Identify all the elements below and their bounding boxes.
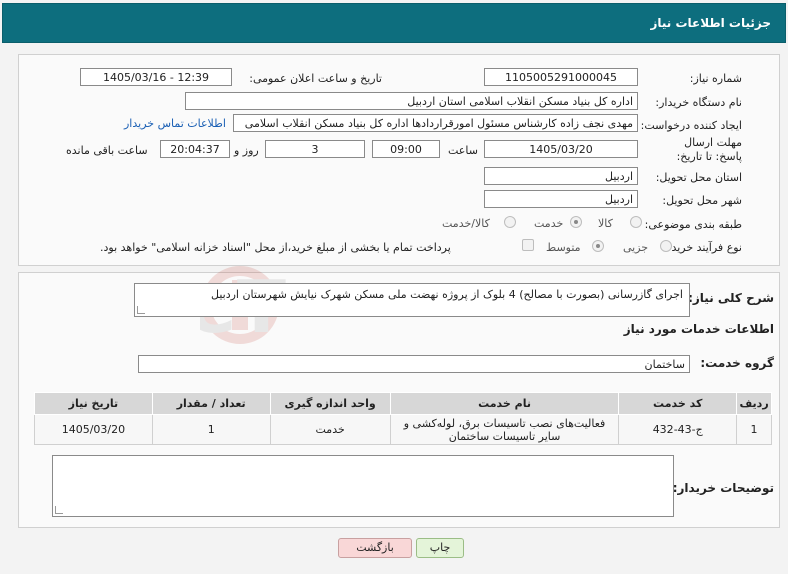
buyer-org-field: اداره کل بنیاد مسکن انقلاب اسلامی استان … [185, 92, 638, 110]
col-code-header: کد خدمت [618, 392, 738, 415]
service-group-label: گروه خدمت: [700, 356, 774, 370]
print-button[interactable]: چاپ [416, 538, 464, 558]
table-header-row: ردیف کد خدمت نام خدمت واحد اندازه گیری ت… [34, 392, 772, 415]
buyer-org-label: نام دستگاه خریدار: [655, 96, 742, 109]
treasury-note: پرداخت تمام یا بخشی از مبلغ خرید،از محل … [100, 241, 451, 254]
table-row: 1 ج-43-432 فعالیت‌های نصب تاسیسات برق، ل… [34, 414, 772, 445]
category-goods-service-label: کالا/خدمت [442, 217, 490, 230]
services-section-title: اطلاعات خدمات مورد نیاز [623, 322, 774, 336]
purchase-type-label: نوع فرآیند خرید : [664, 241, 742, 254]
time-remaining-label: ساعت باقی مانده [66, 144, 148, 157]
deadline-date-field: 1405/03/20 [484, 140, 638, 158]
buyer-notes-field [52, 455, 674, 517]
page-title: جزئیات اطلاعات نیاز [650, 16, 771, 30]
buyer-notes-label: توضیحات خریدار: [672, 481, 774, 495]
time-remaining-field: 20:04:37 [160, 140, 230, 158]
delivery-city-label: شهر محل تحویل: [662, 194, 742, 207]
category-service-label: خدمت [534, 217, 564, 230]
need-number-field: 1105005291000045 [484, 68, 638, 86]
service-group-field: ساختمان [138, 355, 690, 373]
announce-field: 1405/03/16 - 12:39 [80, 68, 232, 86]
service-name-cell: فعالیت‌های نصب تاسیسات برق، لوله‌کشی و س… [389, 414, 620, 445]
buyer-contact-link[interactable]: اطلاعات تماس خریدار [124, 117, 226, 130]
deadline-time-field: 09:00 [372, 140, 440, 158]
resize-grip-icon[interactable] [55, 506, 63, 514]
description-text: اجرای گازرسانی (بصورت با مصالح) 4 بلوک ا… [210, 288, 683, 301]
requester-field: مهدی نجف زاده کارشناس مسئول امورقرارداده… [233, 114, 638, 132]
category-radio-goods[interactable] [630, 216, 642, 228]
purchase-radio-medium[interactable] [592, 240, 604, 252]
delivery-city-field: اردبیل [484, 190, 638, 208]
service-code-cell: ج-43-432 [618, 414, 738, 445]
services-table: ردیف کد خدمت نام خدمت واحد اندازه گیری ت… [34, 392, 772, 445]
col-qty-header: تعداد / مقدار [151, 392, 271, 415]
category-radio-service[interactable] [570, 216, 582, 228]
requester-label: ایجاد کننده درخواست: [640, 119, 742, 132]
deadline-label: مهلت ارسال پاسخ: تا تاریخ: [676, 136, 742, 163]
unit-cell: خدمت [269, 414, 391, 445]
col-name-header: نام خدمت [389, 392, 620, 415]
page-header: جزئیات اطلاعات نیاز [2, 3, 786, 43]
category-radio-goods-service[interactable] [504, 216, 516, 228]
delivery-province-field: اردبیل [484, 167, 638, 185]
purchase-radio-minor[interactable] [660, 240, 672, 252]
description-field: اجرای گازرسانی (بصورت با مصالح) 4 بلوک ا… [134, 283, 690, 317]
category-label: طبقه بندی موضوعی: [644, 218, 742, 231]
days-remaining-field: 3 [265, 140, 365, 158]
back-button[interactable]: بازگشت [338, 538, 412, 558]
row-number-cell: 1 [736, 414, 772, 445]
category-goods-label: کالا [598, 217, 613, 230]
resize-grip-icon[interactable] [137, 306, 145, 314]
purchase-minor-label: جزیی [623, 241, 649, 254]
treasury-checkbox[interactable] [522, 239, 534, 251]
col-date-header: تاریخ نیاز [34, 392, 153, 415]
delivery-province-label: استان محل تحویل: [655, 171, 742, 184]
need-number-label: شماره نیاز: [689, 72, 742, 85]
announce-label: تاریخ و ساعت اعلان عمومی: [249, 72, 382, 85]
col-unit-header: واحد اندازه گیری [269, 392, 391, 415]
col-row-header: ردیف [736, 392, 772, 415]
need-date-cell: 1405/03/20 [34, 414, 153, 445]
days-label: روز و [234, 144, 259, 157]
description-label: شرح کلی نیاز: [688, 291, 774, 305]
quantity-cell: 1 [151, 414, 271, 445]
deadline-time-label: ساعت [448, 144, 478, 157]
purchase-medium-label: متوسط [546, 241, 581, 254]
